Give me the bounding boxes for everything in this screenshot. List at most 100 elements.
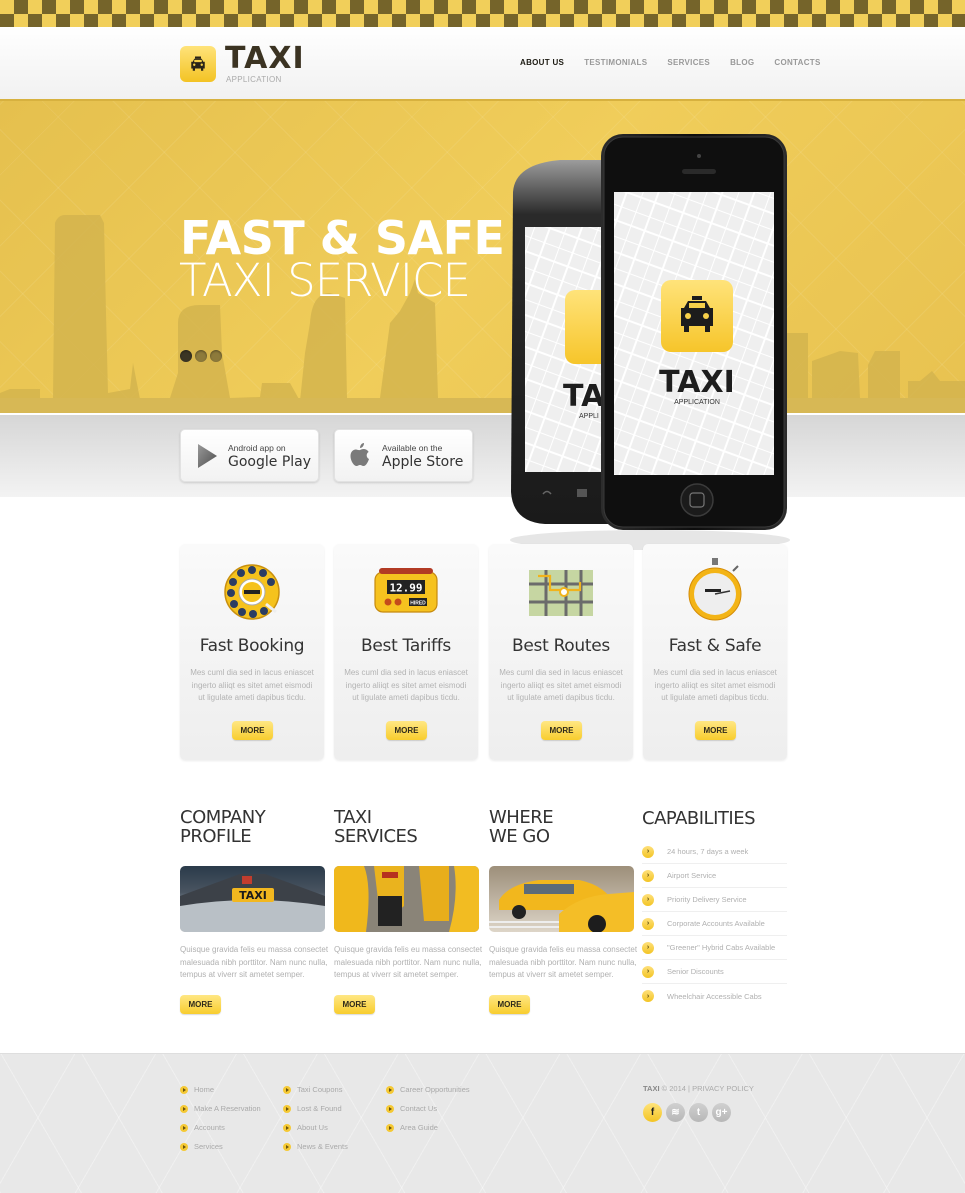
- more-button[interactable]: MORE: [695, 721, 736, 740]
- svg-text:TA: TA: [563, 379, 605, 414]
- footer-link-label: Taxi Coupons: [297, 1085, 343, 1094]
- svg-text:APPLICATION: APPLICATION: [674, 399, 720, 406]
- capability-item[interactable]: › 24 hours, 7 days a week: [642, 840, 787, 864]
- chevron-right-icon: ›: [642, 869, 654, 882]
- footer-link-news-events[interactable]: News & Events: [283, 1137, 348, 1156]
- capability-item[interactable]: › Corporate Accounts Available: [642, 912, 787, 936]
- bullet-icon: [386, 1085, 394, 1094]
- logo-icon[interactable]: [180, 46, 216, 82]
- facebook-icon[interactable]: f: [643, 1103, 662, 1122]
- social-links: f ≋ t g+: [643, 1103, 731, 1122]
- copyright: TAXI © 2014 | PRIVACY POLICY: [643, 1084, 754, 1093]
- chevron-right-icon: ›: [642, 845, 654, 858]
- chevron-right-icon: ›: [642, 893, 654, 906]
- feature-text: Mes cuml dia sed in lacus eniascet inger…: [499, 668, 623, 702]
- site-footer: Home Make A Reservation Accounts Service…: [0, 1053, 965, 1193]
- slider-dot-1[interactable]: [180, 350, 192, 362]
- footer-link-label: Career Opportunities: [400, 1085, 470, 1094]
- footer-link-career[interactable]: Career Opportunities: [386, 1080, 470, 1099]
- footer-links-col3: Career Opportunities Contact Us Area Gui…: [386, 1080, 470, 1137]
- nav-about-us[interactable]: ABOUT US: [520, 58, 564, 67]
- footer-link-label: Home: [194, 1085, 215, 1094]
- feature-text: Mes cuml dia sed in lacus eniascet inger…: [190, 668, 314, 702]
- footer-link-taxi-coupons[interactable]: Taxi Coupons: [283, 1080, 348, 1099]
- svg-text:APPLI: APPLI: [579, 413, 599, 420]
- apple-store-small-label: Available on the: [382, 443, 443, 453]
- more-button[interactable]: MORE: [541, 721, 582, 740]
- nav-services[interactable]: SERVICES: [667, 58, 710, 67]
- capability-item[interactable]: › "Greener" Hybrid Cabs Available: [642, 936, 787, 960]
- slider-dot-2[interactable]: [195, 350, 207, 362]
- footer-link-make-reservation[interactable]: Make A Reservation: [180, 1099, 261, 1118]
- nav-testimonials[interactable]: TESTIMONIALS: [584, 58, 647, 67]
- footer-link-lost-found[interactable]: Lost & Found: [283, 1099, 348, 1118]
- footer-link-label: Area Guide: [400, 1123, 438, 1132]
- rotary-phone-icon: [224, 564, 280, 620]
- bullet-icon: [386, 1104, 394, 1113]
- chevron-right-icon: ›: [642, 990, 654, 1002]
- capability-item[interactable]: › Priority Delivery Service: [642, 888, 787, 912]
- apple-store-button[interactable]: Available on the Apple Store: [334, 429, 473, 482]
- more-button[interactable]: MORE: [334, 995, 375, 1014]
- bullet-icon: [283, 1104, 291, 1113]
- main-nav: ABOUT US TESTIMONIALS SERVICES BLOG CONT…: [520, 58, 841, 67]
- more-button[interactable]: MORE: [232, 721, 273, 740]
- stopwatch-icon: [688, 558, 742, 621]
- rss-icon[interactable]: ≋: [666, 1103, 685, 1122]
- capability-label: "Greener" Hybrid Cabs Available: [667, 943, 776, 952]
- section-title: WHERE WE GO: [489, 807, 554, 847]
- taximeter-label: HIRED: [410, 601, 426, 607]
- capability-label: Wheelchair Accessible Cabs: [667, 991, 762, 1001]
- google-play-small-label: Android app on: [228, 443, 286, 453]
- bullet-icon: [283, 1085, 291, 1094]
- logo-title[interactable]: TAXI: [225, 41, 305, 76]
- bullet-icon: [283, 1142, 291, 1151]
- capability-item[interactable]: › Senior Discounts: [642, 960, 787, 984]
- separator: |: [688, 1084, 690, 1093]
- feature-text: Mes cuml dia sed in lacus eniascet inger…: [344, 668, 468, 702]
- twitter-icon[interactable]: t: [689, 1103, 708, 1122]
- more-button[interactable]: MORE: [489, 995, 530, 1014]
- slider-dot-3[interactable]: [210, 350, 222, 362]
- phone-app-title: TAXI: [659, 365, 735, 400]
- feature-title: Best Routes: [512, 636, 610, 656]
- feature-card-fast-safe: Fast & Safe Mes cuml dia sed in lacus en…: [643, 544, 787, 760]
- nav-blog[interactable]: BLOG: [730, 58, 754, 67]
- capability-item[interactable]: › Airport Service: [642, 864, 787, 888]
- feature-title: Fast Booking: [199, 636, 305, 656]
- taximeter-icon: 12.99 HIRED: [374, 568, 438, 613]
- footer-link-accounts[interactable]: Accounts: [180, 1118, 261, 1137]
- chevron-right-icon: ›: [642, 965, 654, 978]
- feature-card-fast-booking: Fast Booking Mes cuml dia sed in lacus e…: [180, 544, 324, 760]
- feature-text: Mes cuml dia sed in lacus eniascet inger…: [653, 668, 777, 702]
- privacy-policy-link[interactable]: PRIVACY POLICY: [692, 1084, 754, 1093]
- footer-link-about-us[interactable]: About Us: [283, 1118, 348, 1137]
- footer-link-area-guide[interactable]: Area Guide: [386, 1118, 470, 1137]
- google-play-button[interactable]: Android app on Google Play: [180, 429, 319, 482]
- bullet-icon: [283, 1123, 291, 1132]
- chevron-right-icon: ›: [642, 917, 654, 930]
- more-button[interactable]: MORE: [180, 995, 221, 1014]
- section-title: CAPABILITIES: [642, 808, 756, 829]
- google-play-icon: [198, 444, 217, 468]
- capability-item[interactable]: › Wheelchair Accessible Cabs: [642, 984, 787, 1008]
- section-title: TAXI SERVICES: [334, 807, 418, 847]
- more-button[interactable]: MORE: [386, 721, 427, 740]
- site-header: TAXI APPLICATION ABOUT US TESTIMONIALS S…: [0, 27, 965, 101]
- footer-link-label: Lost & Found: [297, 1104, 342, 1113]
- footer-link-label: About Us: [297, 1123, 328, 1132]
- footer-link-services[interactable]: Services: [180, 1137, 261, 1156]
- capabilities-list: › 24 hours, 7 days a week › Airport Servic…: [642, 840, 787, 1008]
- bullet-icon: [180, 1104, 188, 1113]
- footer-link-home[interactable]: Home: [180, 1080, 261, 1099]
- google-play-label: Google Play: [228, 454, 312, 470]
- footer-link-label: Services: [194, 1142, 223, 1151]
- footer-link-contact-us[interactable]: Contact Us: [386, 1099, 470, 1118]
- bullet-icon: [386, 1123, 394, 1132]
- footer-links-col1: Home Make A Reservation Accounts Service…: [180, 1080, 261, 1156]
- route-map-icon: [529, 570, 593, 616]
- slider-pagination: [180, 350, 222, 362]
- nav-contacts[interactable]: CONTACTS: [774, 58, 820, 67]
- google-plus-icon[interactable]: g+: [712, 1103, 731, 1122]
- capability-label: Airport Service: [667, 871, 717, 880]
